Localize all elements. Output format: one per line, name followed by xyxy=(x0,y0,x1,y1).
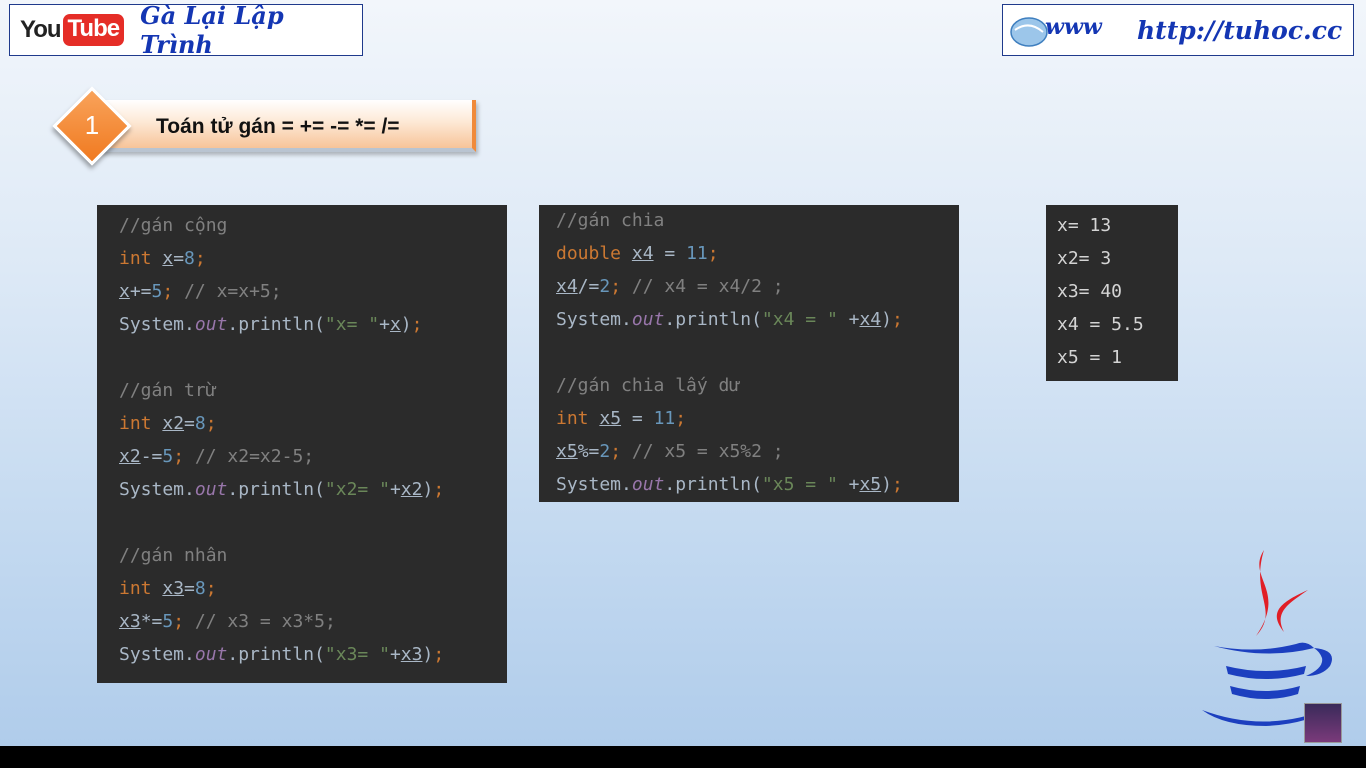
code-comment: //gán chia lấy dư xyxy=(556,375,741,396)
code-line: x3*=5; // x3 = x3*5; xyxy=(119,611,336,632)
code-line: x+=5; // x=x+5; xyxy=(119,281,282,302)
code-line: System.out.println("x4 = " +x4); xyxy=(556,309,903,330)
section-title: Toán tử gán = += -= *= /= xyxy=(156,115,400,138)
section-number: 1 xyxy=(84,110,100,140)
section-heading: Toán tử gán = += -= *= /= xyxy=(100,100,476,152)
output-line: x5 = 1 xyxy=(1057,347,1123,368)
code-comment: //gán cộng xyxy=(119,215,228,236)
channel-name: Gà Lại Lập Trình xyxy=(140,1,284,59)
channel-banner: You Tube Gà Lại Lập Trình xyxy=(9,1,363,59)
youtube-logo-text: You xyxy=(20,16,62,43)
svg-text:www: www xyxy=(1045,14,1103,40)
youtube-logo-badge: Tube xyxy=(62,14,125,46)
www-globe-icon: www xyxy=(1010,14,1103,47)
bottom-bar xyxy=(0,746,1366,768)
code-line: System.out.println("x3= "+x3); xyxy=(119,644,445,665)
code-comment: //gán trừ xyxy=(119,380,217,401)
code-line: System.out.println("x= "+x); xyxy=(119,314,423,335)
avatar xyxy=(1304,703,1342,743)
site-url[interactable]: http://tuhoc.cc xyxy=(1137,16,1342,45)
output-line: x3= 40 xyxy=(1057,281,1123,302)
console-output-panel: x= 13 x2= 3 x3= 40 x4 = 5.5 x5 = 1 xyxy=(1046,205,1178,381)
code-comment: //gán nhân xyxy=(119,545,228,566)
code-line: int x2=8; xyxy=(119,413,217,434)
output-line: x2= 3 xyxy=(1057,248,1112,269)
code-panel-assign-div-mod: //gán chia double x4 = 11; x4/=2; // x4 … xyxy=(539,205,959,502)
code-line: int x3=8; xyxy=(119,578,217,599)
code-line: double x4 = 11; xyxy=(556,243,719,264)
website-banner: www http://tuhoc.cc xyxy=(1002,4,1354,56)
output-line: x4 = 5.5 xyxy=(1057,314,1144,335)
code-line: System.out.println("x2= "+x2); xyxy=(119,479,445,500)
code-panel-assign-add-sub-mul: //gán cộng int x=8; x+=5; // x=x+5; Syst… xyxy=(97,205,507,683)
code-line: int x=8; xyxy=(119,248,206,269)
code-line: System.out.println("x5 = " +x5); xyxy=(556,474,903,495)
code-line: x2-=5; // x2=x2-5; xyxy=(119,446,315,467)
code-line: int x5 = 11; xyxy=(556,408,687,429)
output-line: x= 13 xyxy=(1057,215,1112,236)
code-line: x4/=2; // x4 = x4/2 ; xyxy=(556,276,784,297)
code-comment: //gán chia xyxy=(556,210,665,231)
code-line: x5%=2; // x5 = x5%2 ; xyxy=(556,441,784,462)
